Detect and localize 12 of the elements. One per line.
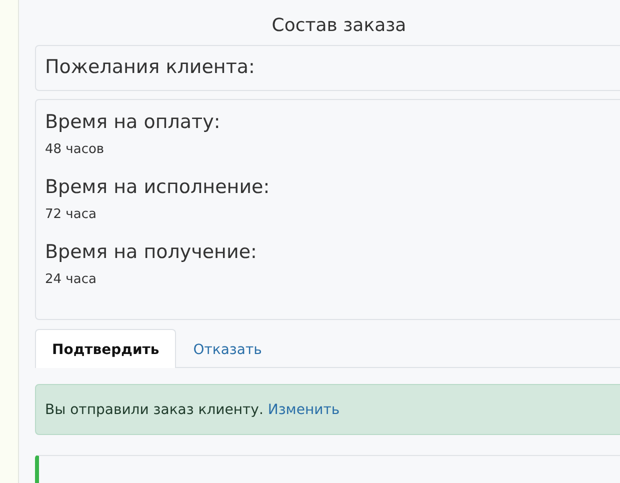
tab[interactable]: Отказать bbox=[176, 329, 279, 368]
change-link[interactable]: Изменить bbox=[268, 402, 340, 418]
time-value: 24 часа bbox=[45, 272, 98, 288]
tab[interactable]: Подтвердить bbox=[35, 329, 176, 368]
time-label: Время на исполнение: bbox=[45, 175, 271, 199]
time-value: 72 часа bbox=[45, 207, 98, 223]
wishes-label: Пожелания клиента: bbox=[45, 55, 256, 79]
section-title: Состав заказа bbox=[270, 15, 408, 37]
time-value: 48 часов bbox=[45, 142, 106, 158]
time-label: Время на получение: bbox=[45, 240, 258, 264]
time-label: Время на оплату: bbox=[45, 110, 222, 134]
alert-text: Вы отправили заказ клиенту. bbox=[45, 402, 264, 418]
